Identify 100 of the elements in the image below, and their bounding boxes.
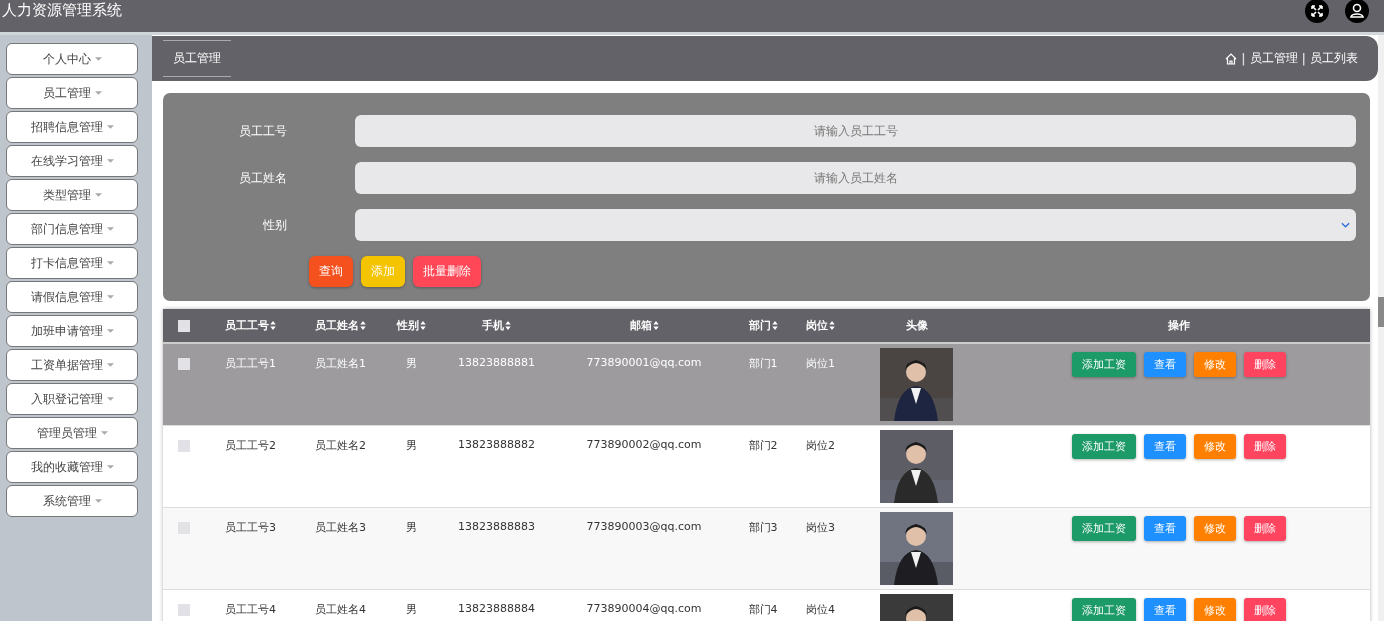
row-action-button[interactable]: 查看 <box>1144 598 1186 621</box>
scrollbar-thumb[interactable] <box>1378 297 1384 327</box>
table-row[interactable]: 员工工号3 员工姓名3 男 13823888883 773890003@qq.com 部门3 岗位3 添加工资 查看 修改 删除 <box>163 508 1370 590</box>
table-cell: 13823888884 <box>458 602 535 615</box>
table-cell: 岗位1 <box>806 357 835 370</box>
sidebar-item[interactable]: 管理员管理 <box>6 417 138 449</box>
sidebar-item[interactable]: 员工管理 <box>6 77 138 109</box>
action-button[interactable]: 查询 <box>309 256 353 287</box>
sidebar-item[interactable]: 类型管理 <box>6 179 138 211</box>
sidebar-item[interactable]: 个人中心 <box>6 43 138 75</box>
column-header[interactable]: 员工工号 <box>225 318 276 333</box>
action-button[interactable]: 批量删除 <box>413 256 481 287</box>
row-action-button[interactable]: 删除 <box>1244 434 1286 459</box>
caret-icon <box>106 227 114 231</box>
row-action-button[interactable]: 删除 <box>1244 516 1286 541</box>
checkbox[interactable] <box>177 440 190 452</box>
table-cell: 部门3 <box>748 521 778 534</box>
column-header[interactable]: 邮箱 <box>629 318 659 333</box>
column-header[interactable]: 部门 <box>748 318 778 333</box>
app-title: 人力资源管理系统 <box>1 0 122 20</box>
sidebar-item[interactable]: 系统管理 <box>6 485 138 517</box>
breadcrumb-separator: | <box>1301 51 1306 66</box>
user-icon[interactable] <box>1345 0 1369 23</box>
table-cell: 员工姓名4 <box>315 603 366 616</box>
caret-icon <box>106 329 114 333</box>
caret-icon <box>94 57 102 61</box>
table-cell: 岗位2 <box>806 439 835 452</box>
sidebar-item[interactable]: 请假信息管理 <box>6 281 138 313</box>
fullscreen-icon[interactable] <box>1305 0 1329 23</box>
sidebar-item[interactable]: 入职登记管理 <box>6 383 138 415</box>
caret-icon <box>106 159 114 163</box>
table-cell: 773890001@qq.com <box>586 356 702 369</box>
sidebar-item[interactable]: 招聘信息管理 <box>6 111 138 143</box>
select-field[interactable] <box>355 209 1356 241</box>
table-cell: 男 <box>406 439 417 452</box>
table-row[interactable]: 员工工号2 员工姓名2 男 13823888882 773890002@qq.com 部门2 岗位2 添加工资 查看 修改 删除 <box>163 426 1370 508</box>
sidebar-item[interactable]: 工资单据管理 <box>6 349 138 381</box>
field-label: 员工工号 <box>238 122 287 140</box>
caret-icon <box>106 125 114 129</box>
sidebar-item[interactable]: 打卡信息管理 <box>6 247 138 279</box>
column-header[interactable]: 手机 <box>482 318 511 333</box>
table-cell: 岗位3 <box>806 521 835 534</box>
row-action-button[interactable]: 添加工资 <box>1072 516 1136 541</box>
breadcrumb-link[interactable]: 员工列表 <box>1310 50 1358 67</box>
row-action-button[interactable]: 添加工资 <box>1072 352 1136 377</box>
checkbox[interactable] <box>177 358 190 370</box>
row-action-button[interactable]: 查看 <box>1144 516 1186 541</box>
checkbox[interactable] <box>177 604 190 616</box>
input-field[interactable]: 请输入员工姓名 <box>355 162 1356 194</box>
caret-icon <box>106 363 114 367</box>
table-cell: 男 <box>406 603 417 616</box>
column-header[interactable]: 操作 <box>1168 318 1190 333</box>
table-cell: 773890002@qq.com <box>586 438 702 451</box>
row-action-button[interactable]: 查看 <box>1144 434 1186 459</box>
row-action-button[interactable]: 添加工资 <box>1072 598 1136 621</box>
field-label: 性别 <box>262 216 287 234</box>
caret-icon <box>106 295 114 299</box>
caret-icon <box>94 193 102 197</box>
table-cell: 员工工号3 <box>225 521 276 534</box>
caret-icon <box>106 397 114 401</box>
table-cell: 男 <box>406 521 417 534</box>
table-cell: 男 <box>406 357 417 370</box>
row-action-button[interactable]: 查看 <box>1144 352 1186 377</box>
sidebar-item[interactable]: 加班申请管理 <box>6 315 138 347</box>
table-cell: 773890004@qq.com <box>586 602 702 615</box>
table-cell: 13823888881 <box>458 356 535 369</box>
table-cell: 员工姓名3 <box>315 521 366 534</box>
breadcrumb-link[interactable]: 员工管理 <box>1249 50 1298 67</box>
row-action-button[interactable]: 删除 <box>1244 352 1286 377</box>
table-cell: 部门1 <box>748 357 778 370</box>
input-field[interactable]: 请输入员工工号 <box>355 115 1356 147</box>
tab[interactable]: 员工管理 <box>163 40 231 77</box>
chevron-icon <box>1341 222 1350 228</box>
caret-icon <box>94 91 102 95</box>
table-cell: 部门2 <box>748 439 778 452</box>
table-row[interactable]: 员工工号1 员工姓名1 男 13823888881 773890001@qq.com 部门1 岗位1 添加工资 查看 修改 删除 <box>163 344 1370 426</box>
sidebar-item[interactable]: 我的收藏管理 <box>6 451 138 483</box>
sidebar-item[interactable]: 在线学习管理 <box>6 145 138 177</box>
table-cell: 773890003@qq.com <box>586 520 702 533</box>
row-action-button[interactable]: 删除 <box>1244 598 1286 621</box>
table-cell: 员工工号4 <box>225 603 276 616</box>
column-header[interactable]: 性别 <box>397 318 426 333</box>
table-cell: 员工姓名1 <box>315 357 366 370</box>
table-cell: 部门4 <box>748 603 778 616</box>
column-header[interactable]: 岗位 <box>806 318 835 333</box>
table-cell: 员工姓名2 <box>315 439 366 452</box>
caret-icon <box>94 499 102 503</box>
table-cell: 员工工号2 <box>225 439 276 452</box>
sidebar-item[interactable]: 部门信息管理 <box>6 213 138 245</box>
table-cell: 13823888882 <box>458 438 535 451</box>
checkbox[interactable] <box>177 319 190 332</box>
table-cell: 员工工号1 <box>225 357 276 370</box>
column-header[interactable]: 员工姓名 <box>315 318 366 333</box>
home-icon[interactable] <box>1225 52 1238 65</box>
caret-icon <box>100 431 108 435</box>
breadcrumb-separator: | <box>1241 51 1246 66</box>
column-header[interactable]: 头像 <box>905 318 928 333</box>
row-action-button[interactable]: 添加工资 <box>1072 434 1136 459</box>
table-row[interactable]: 员工工号4 员工姓名4 男 13823888884 773890004@qq.com 部门4 岗位4 添加工资 查看 修改 删除 <box>163 590 1370 621</box>
table-cell: 岗位4 <box>806 603 835 616</box>
